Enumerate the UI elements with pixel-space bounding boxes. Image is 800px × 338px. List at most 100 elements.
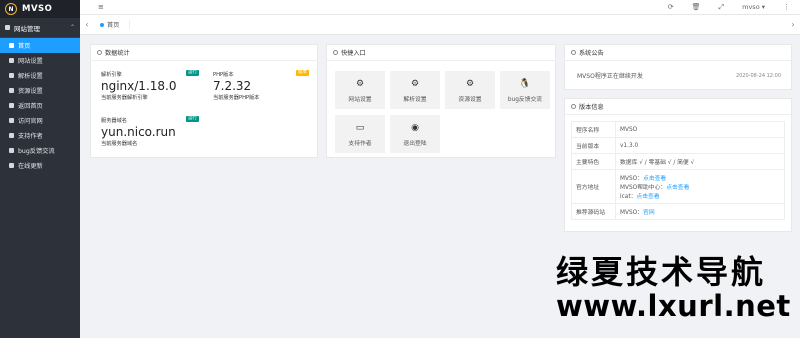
status-badge: 版本 bbox=[296, 70, 309, 76]
sidebar-item-site-settings[interactable]: 网站设置 bbox=[0, 53, 80, 68]
sidebar: N MVSO 网站管理 ⌃ 首页 网站设置 解析设置 资源设置 返回首页 访问官… bbox=[0, 0, 80, 338]
home-icon bbox=[9, 43, 14, 48]
stat-value: yun.nico.run bbox=[101, 125, 176, 139]
row-value: MVSO：点击查看 MVSO帮助中心：点击查看 lcat：点击查看 bbox=[615, 169, 785, 204]
return-icon bbox=[9, 103, 14, 108]
quick-access-card: 快捷入口 ⚙ 网站设置 ⚙ 解析设置 ⚙ 资源设置 🐧 bug反馈交流 ▭ 支持… bbox=[326, 44, 556, 158]
row-key: 当前版本 bbox=[571, 137, 616, 154]
logo-bar: N MVSO bbox=[0, 0, 80, 18]
link-line: MVSO帮助中心：点击查看 bbox=[620, 182, 780, 191]
stat-value: nginx/1.18.0 bbox=[101, 79, 177, 93]
stat-label: PHP版本 bbox=[213, 72, 234, 78]
stat-label: 解析引擎 bbox=[101, 72, 122, 78]
quick-btn-label: 支持作者 bbox=[348, 140, 372, 147]
sidebar-item-support-author[interactable]: 支持作者 bbox=[0, 128, 80, 143]
quick-access-icon bbox=[333, 50, 338, 55]
sidebar-item-resource-settings[interactable]: 资源设置 bbox=[0, 83, 80, 98]
settings-icon bbox=[9, 88, 14, 93]
update-icon bbox=[9, 163, 14, 168]
fullscreen-icon[interactable]: ⤢ bbox=[719, 3, 725, 12]
app-name: MVSO bbox=[22, 4, 53, 14]
row-key: 主要特色 bbox=[571, 153, 616, 170]
link-line: MVSO：点击查看 bbox=[620, 173, 780, 182]
stat-desc: 当前服务器PHP版本 bbox=[213, 95, 260, 101]
chat-icon bbox=[9, 148, 14, 153]
version-card-header: 版本信息 bbox=[565, 99, 791, 115]
quick-btn-label: 资源设置 bbox=[458, 96, 482, 103]
qq-penguin-icon: 🐧 bbox=[519, 78, 531, 89]
gear-icon: ⚙ bbox=[410, 78, 420, 89]
sidebar-item-back-home[interactable]: 返回首页 bbox=[0, 98, 80, 113]
quick-btn-label: bug反馈交流 bbox=[507, 96, 543, 103]
sidebar-item-label: 支持作者 bbox=[18, 133, 43, 140]
version-card: 版本信息 程序名称 MVSO 当前版本 v1.3.0 主要特色 数据库 √ / … bbox=[564, 98, 792, 232]
row-value: MVSO bbox=[615, 121, 785, 138]
quick-btn-parse-settings[interactable]: ⚙ 解析设置 bbox=[390, 71, 440, 109]
sidebar-item-label: 访问官网 bbox=[18, 118, 43, 125]
sidebar-item-label: 在线更新 bbox=[18, 163, 43, 170]
sidebar-item-label: 返回首页 bbox=[18, 103, 43, 110]
quick-btn-label: 退出登陆 bbox=[403, 140, 427, 147]
source-site-link[interactable]: 官网 bbox=[643, 210, 655, 216]
chevron-up-icon: ⌃ bbox=[69, 24, 75, 31]
row-key: 程序名称 bbox=[571, 121, 616, 138]
stat-engine: 解析引擎 nginx/1.18.0 当前服务器解析引擎 运行 bbox=[97, 67, 203, 107]
tab-prev-icon[interactable]: ‹ bbox=[80, 20, 94, 29]
link-icon bbox=[9, 118, 14, 123]
row-key: 官方地址 bbox=[571, 169, 616, 204]
sidebar-item-home[interactable]: 首页 bbox=[0, 38, 80, 53]
tab-next-icon[interactable]: › bbox=[786, 20, 800, 29]
quick-btn-resource-settings[interactable]: ⚙ 资源设置 bbox=[445, 71, 495, 109]
announcement-card-header: 系统公告 bbox=[565, 45, 791, 61]
link-prefix: MVSO： bbox=[620, 210, 644, 216]
topbar-actions: ⟳ 🗑 ⤢ mvso ▾ ⋮ bbox=[668, 3, 790, 12]
stat-php: PHP版本 7.2.32 当前服务器PHP版本 版本 bbox=[209, 67, 313, 107]
topbar: ≡ ⟳ 🗑 ⤢ mvso ▾ ⋮ bbox=[80, 0, 800, 15]
tab-home[interactable]: 首页 bbox=[100, 20, 131, 29]
table-row: 主要特色 数据库 √ / 零基础 √ / 简便 √ bbox=[571, 153, 785, 170]
row-value: MVSO：官网 bbox=[615, 203, 785, 220]
logout-icon: ◉ bbox=[411, 122, 419, 133]
sidebar-item-label: 网站设置 bbox=[18, 58, 43, 65]
sidebar-item-label: bug反馈交流 bbox=[18, 148, 55, 155]
stats-icon bbox=[97, 50, 102, 55]
logo-icon: N bbox=[5, 3, 17, 15]
quick-card-title: 快捷入口 bbox=[341, 50, 366, 57]
sidebar-item-online-update[interactable]: 在线更新 bbox=[0, 158, 80, 173]
row-value: 数据库 √ / 零基础 √ / 简便 √ bbox=[615, 153, 785, 170]
quick-btn-bug-feedback[interactable]: 🐧 bug反馈交流 bbox=[500, 71, 550, 109]
trash-icon[interactable]: 🗑 bbox=[692, 3, 701, 11]
sidebar-item-label: 首页 bbox=[18, 43, 31, 50]
monitor-icon bbox=[5, 25, 10, 30]
help-center-link[interactable]: 点击查看 bbox=[666, 185, 689, 191]
sidebar-item-bug-feedback[interactable]: bug反馈交流 bbox=[0, 143, 80, 158]
credit-card-icon: ▭ bbox=[355, 122, 365, 133]
sidebar-item-official-site[interactable]: 访问官网 bbox=[0, 113, 80, 128]
sidebar-item-parse-settings[interactable]: 解析设置 bbox=[0, 68, 80, 83]
table-row: 推荐源码站 MVSO：官网 bbox=[571, 203, 785, 220]
watermark-title: 绿夏技术导航 bbox=[556, 253, 767, 291]
user-menu[interactable]: mvso ▾ bbox=[742, 3, 765, 11]
table-row: 当前版本 v1.3.0 bbox=[571, 137, 785, 154]
refresh-icon[interactable]: ⟳ bbox=[668, 3, 674, 11]
version-icon bbox=[571, 104, 576, 109]
quick-card-header: 快捷入口 bbox=[327, 45, 555, 61]
lcat-link[interactable]: 点击查看 bbox=[636, 194, 659, 200]
more-icon[interactable]: ⋮ bbox=[783, 3, 790, 11]
heart-icon bbox=[9, 133, 14, 138]
announcement-card-title: 系统公告 bbox=[579, 50, 604, 57]
sidebar-group-site-management[interactable]: 网站管理 ⌃ bbox=[0, 18, 80, 38]
version-table-wrap: 程序名称 MVSO 当前版本 v1.3.0 主要特色 数据库 √ / 零基础 √… bbox=[565, 115, 791, 226]
stat-label: 服务器域名 bbox=[101, 118, 127, 124]
sidebar-item-label: 资源设置 bbox=[18, 88, 43, 95]
table-row: 官方地址 MVSO：点击查看 MVSO帮助中心：点击查看 lcat：点击查看 bbox=[571, 169, 785, 204]
gear-icon: ⚙ bbox=[355, 78, 365, 89]
menu-toggle-icon[interactable]: ≡ bbox=[98, 3, 104, 11]
announcement-text: MVSO程序正在继续开发 bbox=[577, 73, 643, 80]
sidebar-group-label: 网站管理 bbox=[14, 24, 40, 33]
quick-btn-support-author[interactable]: ▭ 支持作者 bbox=[335, 115, 385, 153]
gear-icon: ⚙ bbox=[465, 78, 475, 89]
quick-btn-logout[interactable]: ◉ 退出登陆 bbox=[390, 115, 440, 153]
announcement-date: 2020-08-24 12:00 bbox=[735, 73, 781, 79]
quick-btn-site-settings[interactable]: ⚙ 网站设置 bbox=[335, 71, 385, 109]
